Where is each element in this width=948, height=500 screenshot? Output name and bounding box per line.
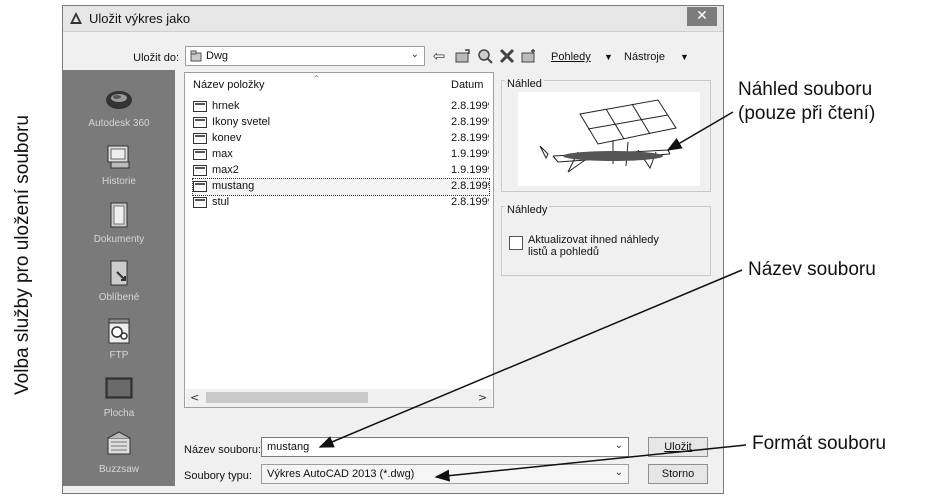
annotation-arrows (318, 111, 747, 482)
preview-annotation: Náhled souboru (pouze při čtení) (738, 78, 875, 126)
file-format-arrow (434, 444, 747, 482)
preview-annotation-line2: (pouze při čtení) (738, 103, 876, 124)
preview-annotation-line1: Náhled souboru (738, 79, 873, 100)
file-name-arrow (318, 269, 743, 448)
file-name-annotation: Název souboru (748, 259, 876, 280)
file-format-annotation: Formát souboru (752, 433, 887, 454)
preview-arrow (666, 111, 734, 151)
